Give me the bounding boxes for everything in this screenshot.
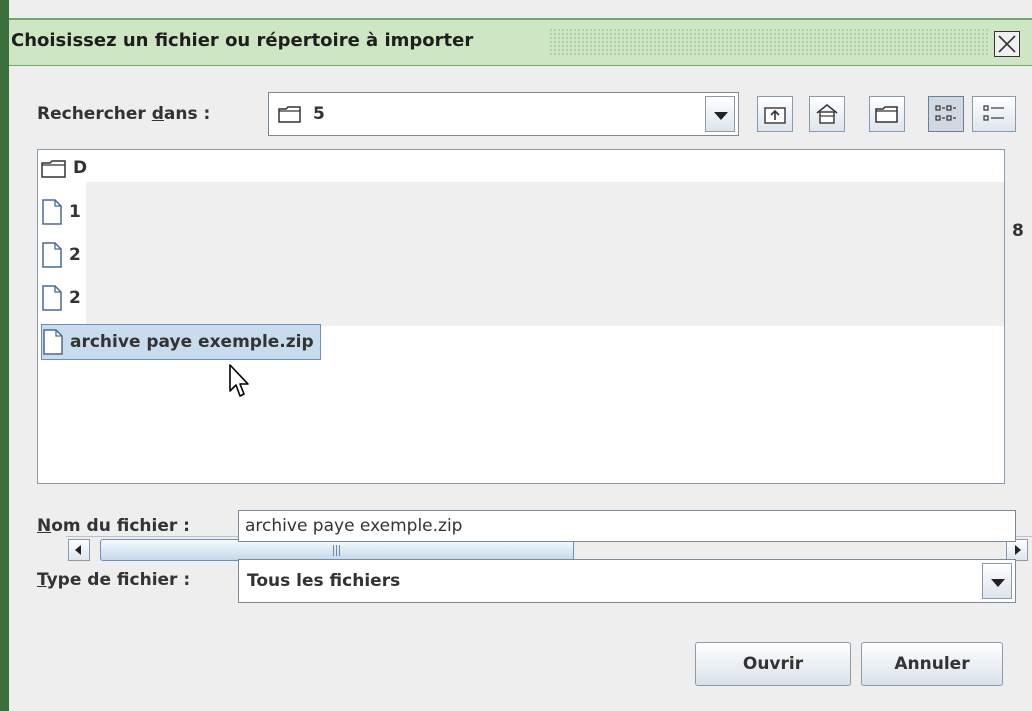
scrollbar-grip: [333, 545, 341, 556]
list-item-label: 2: [69, 288, 81, 308]
title-bar-texture: [549, 28, 989, 56]
folder-up-icon: [764, 107, 786, 124]
title-bar[interactable]: Choisissez un fichier ou répertoire à im…: [9, 18, 1032, 66]
list-item[interactable]: D: [41, 150, 87, 186]
details-view-button[interactable]: [972, 96, 1016, 132]
mouse-cursor-icon: [229, 364, 249, 397]
file-type-label: Type de fichier :: [37, 570, 191, 590]
list-item[interactable]: 2: [41, 237, 81, 273]
folder-icon: [278, 106, 301, 123]
new-folder-button[interactable]: [869, 96, 905, 132]
home-icon: [816, 104, 838, 124]
details-view-icon: [983, 105, 1004, 121]
list-item[interactable]: 1: [41, 194, 81, 230]
list-item-label: archive paye exemple.zip: [70, 332, 314, 352]
list-item[interactable]: 2: [41, 280, 81, 316]
file-name-label: Nom du fichier :: [37, 516, 190, 536]
close-button[interactable]: [994, 31, 1020, 57]
window-frame-left: [0, 0, 9, 711]
new-folder-icon: [875, 106, 898, 123]
file-icon: [42, 242, 62, 268]
file-type-value: Tous les fichiers: [247, 571, 401, 591]
list-view-icon: [935, 105, 956, 121]
file-type-dropdown-button[interactable]: [982, 563, 1012, 599]
file-name-input[interactable]: [238, 510, 1016, 542]
list-item-label: 1: [69, 202, 81, 222]
folder-icon: [41, 160, 66, 178]
up-one-level-button[interactable]: [757, 96, 793, 132]
home-button[interactable]: [809, 96, 845, 132]
file-icon: [42, 285, 62, 311]
list-item-label: 2: [69, 245, 81, 265]
file-icon: [42, 199, 62, 225]
scrollbar-thumb[interactable]: [100, 539, 574, 561]
file-icon: [43, 329, 63, 355]
window-title: Choisissez un fichier ou répertoire à im…: [11, 30, 480, 51]
file-type-combo[interactable]: Tous les fichiers: [238, 559, 1016, 603]
redacted-region: [86, 182, 1004, 326]
look-in-dropdown-button[interactable]: [705, 96, 735, 132]
scroll-right-button[interactable]: [1006, 539, 1028, 561]
cancel-button[interactable]: Annuler: [861, 642, 1003, 686]
look-in-combo[interactable]: 5: [268, 92, 739, 136]
file-list[interactable]: D 1 2 2 8 archive paye exemple.zip: [37, 149, 1032, 564]
list-item-selected[interactable]: archive paye exemple.zip: [41, 324, 321, 360]
scroll-left-button[interactable]: [68, 539, 90, 561]
list-view-button[interactable]: [928, 96, 964, 132]
close-icon: [998, 35, 1016, 53]
look-in-label: Rechercher dans :: [37, 104, 211, 124]
open-button[interactable]: Ouvrir: [695, 642, 851, 686]
truncated-text: 8: [1012, 221, 1024, 241]
list-item-label: D: [73, 158, 88, 178]
dialog-content: Rechercher dans : 5 D 1 2 2 8 archive pa…: [9, 67, 1032, 711]
look-in-value: 5: [313, 104, 325, 124]
